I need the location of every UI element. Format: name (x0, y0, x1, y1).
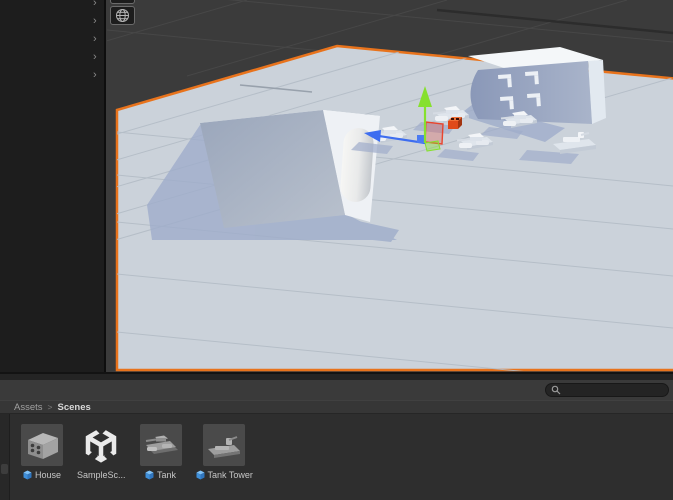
hierarchy-panel-edge: › › › › › (0, 0, 106, 372)
house-thumbnail (21, 424, 63, 466)
breadcrumb-separator-icon: > (48, 402, 53, 412)
asset-item-tank[interactable]: Tank (139, 424, 183, 500)
asset-label: Tank Tower (208, 470, 253, 480)
scene-3d-render[interactable] (107, 0, 673, 372)
prefab-cube-icon (145, 470, 154, 480)
tank-thumbnail (140, 424, 182, 466)
prefab-cube-icon (23, 470, 32, 480)
asset-item-samplescene[interactable]: SampleSc... (77, 424, 126, 500)
asset-label: Tank (157, 470, 176, 480)
breadcrumb-assets[interactable]: Assets (14, 402, 43, 413)
gizmo-plane-handle-green[interactable] (425, 141, 440, 151)
unity-logo-icon (80, 424, 122, 466)
project-panel-left-gutter[interactable] (0, 414, 10, 500)
search-field[interactable] (561, 385, 661, 395)
breadcrumb: Assets > Scenes (0, 400, 673, 414)
globe-button[interactable] (110, 6, 135, 25)
scene-overlay-toolbar (110, 0, 135, 27)
asset-label: House (35, 470, 61, 480)
unity-editor-window: › › › › › (0, 0, 673, 500)
chevron-expand-icon[interactable]: › (93, 52, 105, 63)
chevron-expand-icon[interactable]: › (93, 0, 105, 9)
grid-snap-icon (116, 0, 130, 2)
scene-view: › › › › › (0, 0, 673, 372)
asset-grid: House (10, 414, 253, 500)
gizmo-cube-handle[interactable] (417, 135, 425, 143)
asset-label: SampleSc... (77, 470, 126, 480)
prefab-cube-icon (196, 470, 205, 480)
project-toolbar (0, 380, 673, 400)
chevron-expand-icon[interactable]: › (93, 70, 105, 81)
asset-item-house[interactable]: House (20, 424, 64, 500)
breadcrumb-scenes[interactable]: Scenes (57, 402, 90, 413)
globe-icon (115, 8, 130, 23)
tank-tower-thumbnail (203, 424, 245, 466)
grid-snap-button[interactable] (110, 0, 135, 4)
gutter-scroll-thumb[interactable] (1, 464, 8, 474)
gizmo-plane-handle-red[interactable] (425, 122, 443, 144)
search-input[interactable] (545, 383, 669, 397)
scene-viewport[interactable] (107, 0, 673, 372)
house-with-windows[interactable] (468, 47, 606, 124)
chevron-expand-icon[interactable]: › (93, 16, 105, 27)
project-content: House (0, 414, 673, 500)
capsule[interactable] (339, 127, 374, 203)
panel-divider[interactable] (0, 372, 673, 380)
asset-item-tank-tower[interactable]: Tank Tower (196, 424, 253, 500)
search-icon (551, 385, 561, 395)
chevron-expand-icon[interactable]: › (93, 34, 105, 45)
